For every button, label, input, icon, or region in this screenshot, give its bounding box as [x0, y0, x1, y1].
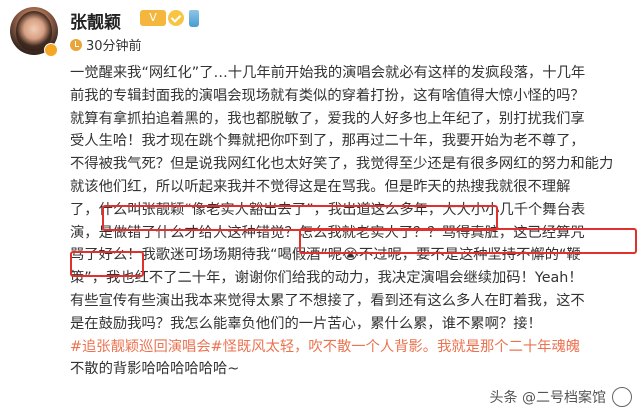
archive-logo-icon [612, 387, 632, 407]
highlight-box [299, 228, 637, 254]
post-line: 就算有拿抓拍追着黑的，我也都脱敏了，爱我的人好多也上年纪了，别打扰我们享 [70, 110, 585, 127]
level-badge: V [140, 10, 166, 26]
post-line: 受人生哈！我才现在跳个舞就把你吓到了，那再过二十年，我要开始为老不尊了， [70, 133, 585, 150]
time-label: 30分钟前 [86, 39, 142, 54]
post-line: 是在鼓励我吗？我怎么能辜负他们的一片苦心，累什么累，谁不累啊？接！ [70, 315, 542, 332]
check-badge-icon [168, 10, 184, 26]
watermark-text: 头条 @二号档案馆 [489, 390, 606, 406]
post-header: 张靓颖 V 30分钟前 [6, 5, 634, 59]
verified-badge-icon [44, 43, 58, 57]
post-time: 30分钟前 [70, 35, 142, 54]
clock-icon [70, 39, 82, 51]
post-line: 不得被我气死？但是说我网红化也太好笑了，我觉得至少还是有很多网红的努力和能力 [70, 156, 614, 173]
highlight-box [70, 251, 144, 277]
post-line: 前我的专辑封面我的演唱会现场就有类似的穿着打扮，这有啥值得大惊小怪的吗？ [70, 87, 585, 104]
post-line: 有些宣传有些演出我本来觉得太累了不想接了，看到还有这么多人在盯着我，这不 [70, 292, 585, 309]
post-line: 不散的背影哈哈哈哈哈哈~ [70, 361, 240, 378]
watermark: 头条 @二号档案馆 [490, 387, 632, 407]
post-line: 策”，我也红不了二十年，谢谢你们给我的动力，我决定演唱会继续加码！Yeah！ [70, 270, 583, 287]
post-line: 一觉醒来我“网红化”了…十几年前开始我的演唱会就必有这样的发疯段落，十几年 [70, 65, 586, 81]
post-line: 就该他们红，所以听起来我并不觉得这是在骂我。但是昨天的热搜我就很不理解 [70, 178, 571, 195]
user-name[interactable]: 张靓颖 [70, 8, 121, 33]
bottle-badge-icon [189, 10, 199, 27]
hashtag-line[interactable]: #追张靓颖巡回演唱会#怪既风太轻，吹不散一个人背影。我就是那个二十年魂魄 [70, 336, 630, 359]
